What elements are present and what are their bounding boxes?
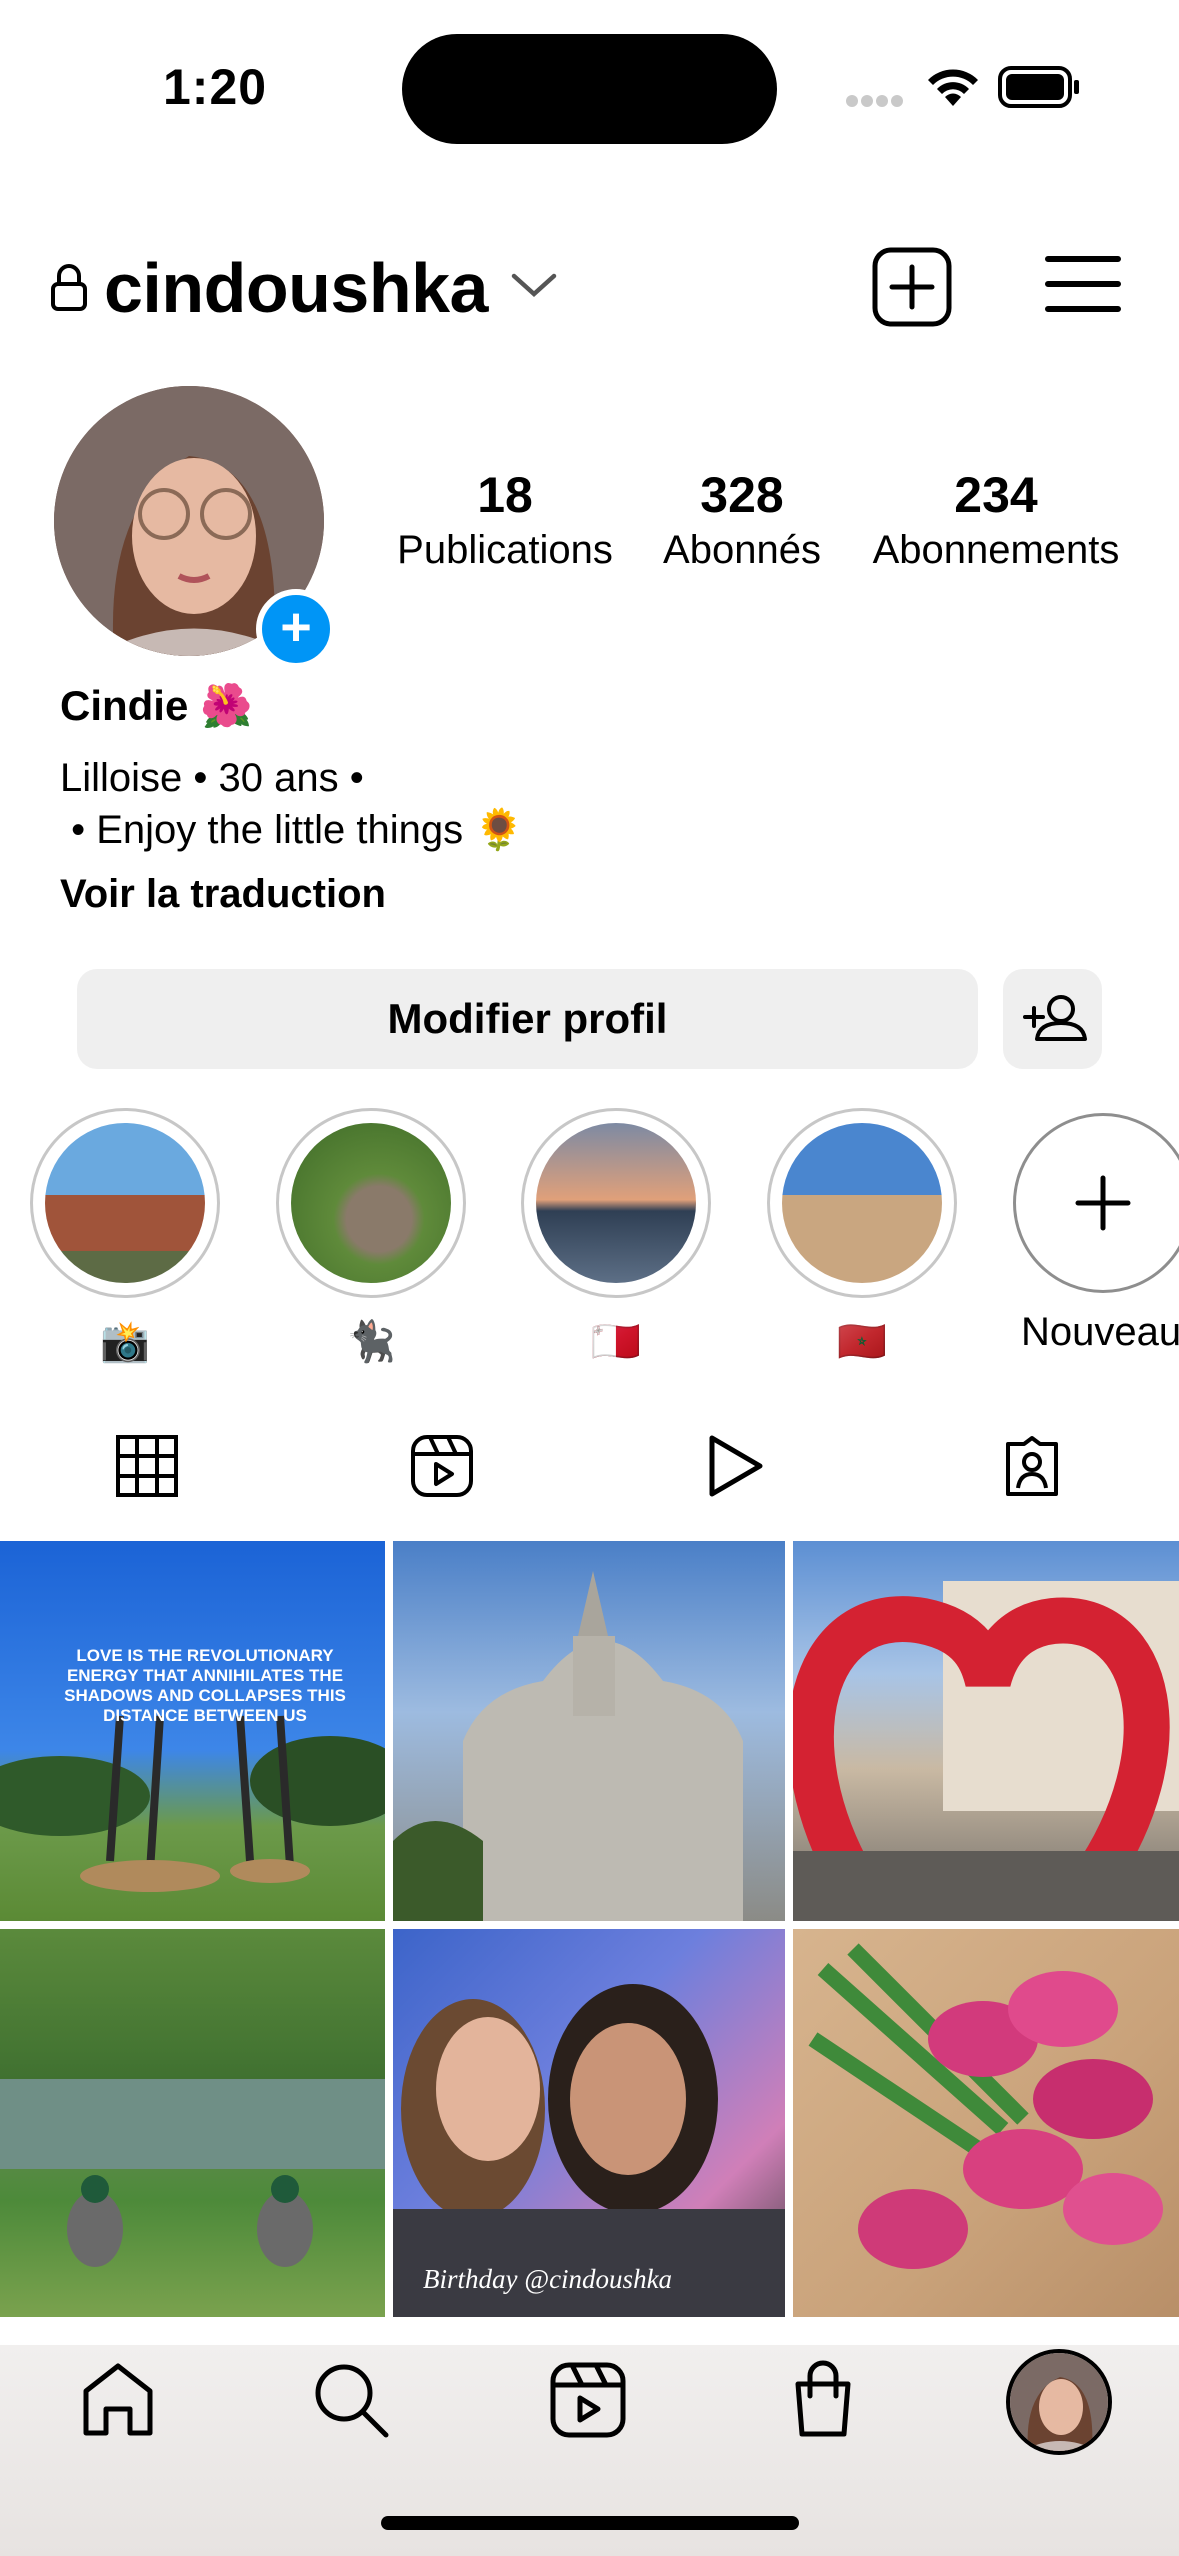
discover-people-button[interactable]: [1003, 969, 1102, 1069]
create-post-icon[interactable]: [872, 247, 952, 327]
posts-label: Publications: [397, 528, 613, 572]
highlight-3-label: 🇲🇹: [591, 1320, 641, 1364]
see-translation-link[interactable]: Voir la traduction: [60, 872, 386, 917]
home-indicator: [381, 2516, 799, 2530]
status-time: 1:20: [163, 59, 268, 115]
post-5-caption: Birthday @cindoushka: [423, 2264, 673, 2294]
shop-icon[interactable]: [790, 2360, 856, 2440]
highlight-2[interactable]: [276, 1108, 466, 1298]
posts-count: 18: [477, 467, 533, 523]
video-tab-icon[interactable]: [706, 1434, 766, 1498]
post-2-graphic: [393, 1571, 743, 1921]
stat-following[interactable]: 234 Abonnements: [860, 465, 1132, 575]
post-1-graphic: [0, 1715, 385, 1892]
post-3-graphic: [793, 1581, 1179, 1921]
profile-name: Cindie 🌺: [60, 682, 253, 729]
home-icon[interactable]: [80, 2361, 156, 2439]
post-6[interactable]: [793, 1929, 1179, 2317]
bio-line-2: • Enjoy the little things 🌻: [60, 808, 525, 852]
add-person-icon: [1023, 995, 1087, 1041]
highlight-1[interactable]: [30, 1108, 220, 1298]
wifi-icon: [928, 69, 978, 106]
post-3[interactable]: [793, 1541, 1179, 1921]
highlight-3-cover: [536, 1123, 696, 1283]
followers-count: 328: [700, 467, 784, 523]
tagged-tab-icon[interactable]: [1000, 1434, 1064, 1498]
highlight-1-label: 📸: [100, 1320, 150, 1364]
grid-tab-icon[interactable]: [115, 1434, 179, 1498]
lock-icon: [51, 264, 87, 311]
post-5[interactable]: Birthday @cindoushka: [393, 1929, 785, 2317]
new-highlight-button[interactable]: [1013, 1113, 1179, 1293]
highlight-4[interactable]: [767, 1108, 957, 1298]
highlight-2-label: 🐈‍⬛: [346, 1320, 396, 1364]
stat-followers[interactable]: 328 Abonnés: [650, 465, 834, 575]
cellular-signal-icon: [846, 95, 903, 107]
battery-icon: [998, 66, 1079, 108]
highlight-4-label: 🇲🇦: [837, 1320, 887, 1364]
highlight-2-cover: [291, 1123, 451, 1283]
add-story-button[interactable]: +: [256, 589, 336, 669]
plus-icon: [1075, 1175, 1131, 1231]
new-highlight-label: Nouveau: [1021, 1310, 1179, 1354]
post-1-caption: LOVE IS THE REVOLUTIONARY ENERGY THAT AN…: [64, 1646, 346, 1725]
post-1[interactable]: LOVE IS THE REVOLUTIONARY ENERGY THAT AN…: [0, 1541, 385, 1921]
highlight-4-cover: [782, 1123, 942, 1283]
post-5-graphic: [393, 1984, 785, 2317]
highlight-3[interactable]: [521, 1108, 711, 1298]
search-icon[interactable]: [312, 2361, 390, 2439]
post-4[interactable]: [0, 1929, 385, 2317]
post-4-graphic: [0, 2079, 385, 2267]
reels-tab-icon[interactable]: [410, 1434, 474, 1498]
dynamic-island: [402, 34, 777, 144]
highlight-1-cover: [45, 1123, 205, 1283]
stat-posts[interactable]: 18 Publications: [385, 465, 625, 575]
following-count: 234: [954, 467, 1038, 523]
username-title[interactable]: cindoushka: [104, 248, 488, 328]
profile-tab-avatar[interactable]: [1006, 2349, 1112, 2455]
reels-icon[interactable]: [550, 2362, 626, 2438]
followers-label: Abonnés: [663, 528, 821, 572]
chevron-down-icon[interactable]: [510, 270, 558, 300]
following-label: Abonnements: [872, 528, 1120, 572]
post-6-graphic: [808, 1943, 1163, 2269]
post-2[interactable]: [393, 1541, 785, 1921]
bio-line-1: Lilloise • 30 ans •: [60, 756, 364, 800]
menu-icon[interactable]: [1045, 254, 1121, 314]
edit-profile-button[interactable]: Modifier profil: [77, 969, 978, 1069]
